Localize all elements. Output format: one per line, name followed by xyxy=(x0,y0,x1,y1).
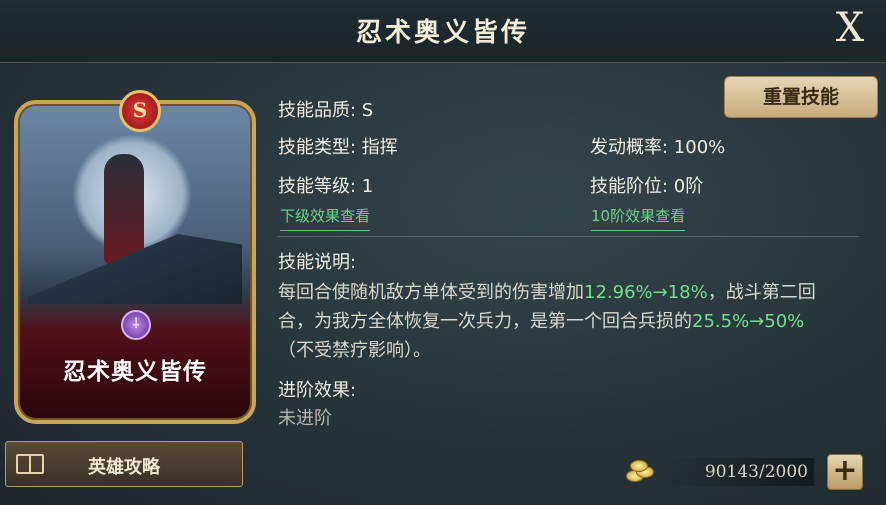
skill-level: 技能等级: 1 xyxy=(278,176,374,197)
next-level-effect-link[interactable]: 下级效果查看 xyxy=(280,205,371,231)
hero-guide-label: 英雄攻略 xyxy=(88,457,160,478)
skill-card: S ⸸ 忍术奥义皆传 xyxy=(14,90,256,424)
card-name: 忍术奥义皆传 xyxy=(63,359,207,385)
advance-value: 未进阶 xyxy=(278,408,332,429)
heal-value: 25.5%→50% xyxy=(692,311,805,332)
hero-guide-button[interactable]: 英雄攻略 xyxy=(5,441,243,487)
ninja-figure-art xyxy=(104,154,144,264)
grade-badge: S xyxy=(119,90,161,132)
advance-heading: 进阶效果: xyxy=(278,380,357,401)
plus-icon[interactable]: + xyxy=(827,454,863,490)
tier10-effect-link[interactable]: 10阶效果查看 xyxy=(591,205,686,231)
faction-emblem-icon: ⸸ xyxy=(121,310,151,340)
skill-type: 技能类型: 指挥 xyxy=(278,137,398,158)
divider xyxy=(277,236,859,237)
damage-increase-value: 12.96%→18% xyxy=(584,282,708,303)
description-text-1: 每回合使随机敌方单体受到的伤害增加 xyxy=(278,282,584,303)
resource-count: 90143/2000 xyxy=(660,458,814,486)
page-title: 忍术奥义皆传 xyxy=(355,18,530,48)
description-text-3: （不受禁疗影响）。 xyxy=(278,340,431,361)
coins-icon xyxy=(626,458,654,482)
header-bar: 忍术奥义皆传 X xyxy=(0,0,886,63)
skill-description: 每回合使随机敌方单体受到的伤害增加12.96%→18%，战斗第二回合，为我方全体… xyxy=(278,278,838,365)
trigger-rate: 发动概率: 100% xyxy=(590,137,726,158)
close-icon[interactable]: X xyxy=(830,8,870,48)
skill-quality: 技能品质: S xyxy=(278,100,374,121)
reset-skill-button[interactable]: 重置技能 xyxy=(724,76,878,118)
description-heading: 技能说明: xyxy=(278,252,357,273)
skill-tier: 技能阶位: 0阶 xyxy=(590,176,704,197)
